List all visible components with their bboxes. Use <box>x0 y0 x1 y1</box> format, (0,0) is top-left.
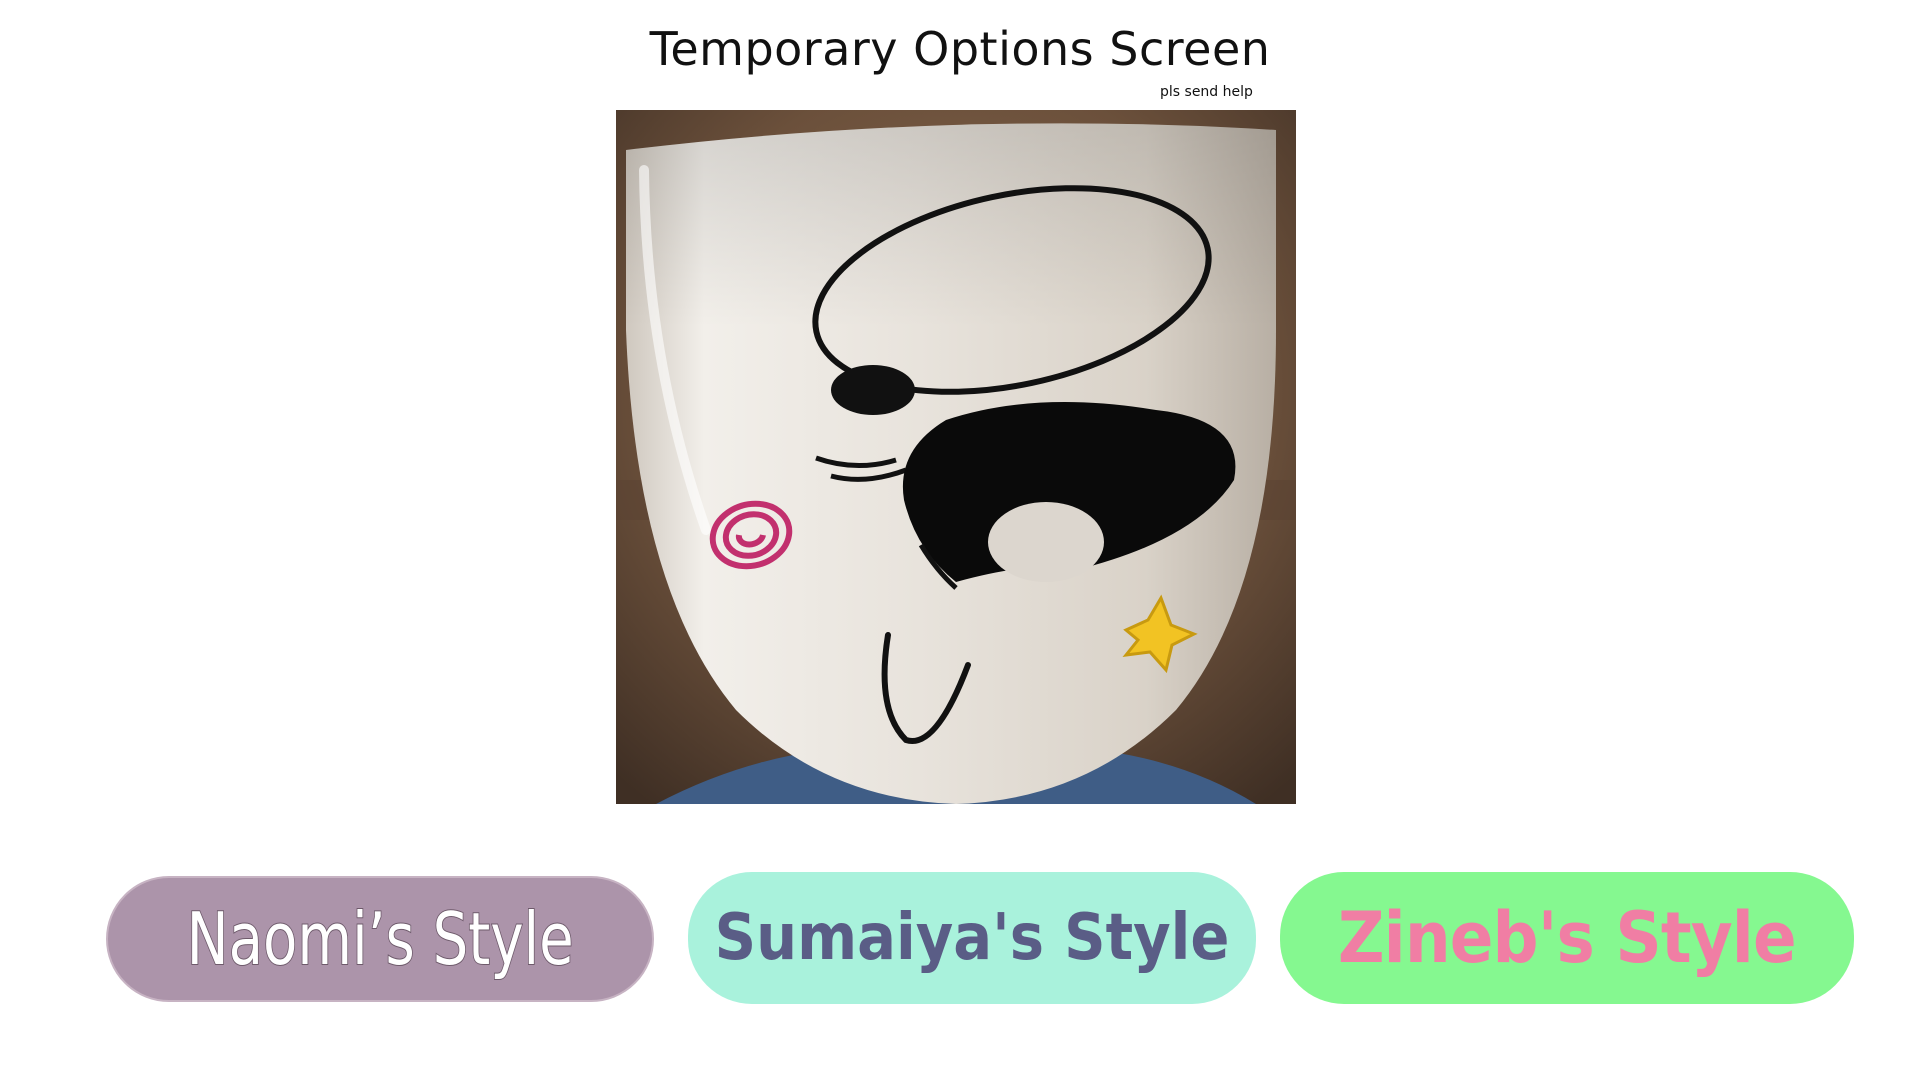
naomi-style-button[interactable]: Naomi’s Style <box>106 876 654 1002</box>
page-title: Temporary Options Screen <box>649 22 1271 76</box>
zineb-style-label: Zineb's Style <box>1338 897 1797 979</box>
options-screen: Temporary Options Screen pls send help N… <box>0 0 1920 1080</box>
mug-face-image <box>616 110 1296 804</box>
page-subtitle: pls send help <box>1160 84 1253 100</box>
sumaiya-style-button[interactable]: Sumaiya's Style <box>688 872 1256 1004</box>
naomi-style-label: Naomi’s Style <box>186 896 575 982</box>
zineb-style-button[interactable]: Zineb's Style <box>1280 872 1854 1004</box>
sumaiya-style-label: Sumaiya's Style <box>714 901 1230 975</box>
